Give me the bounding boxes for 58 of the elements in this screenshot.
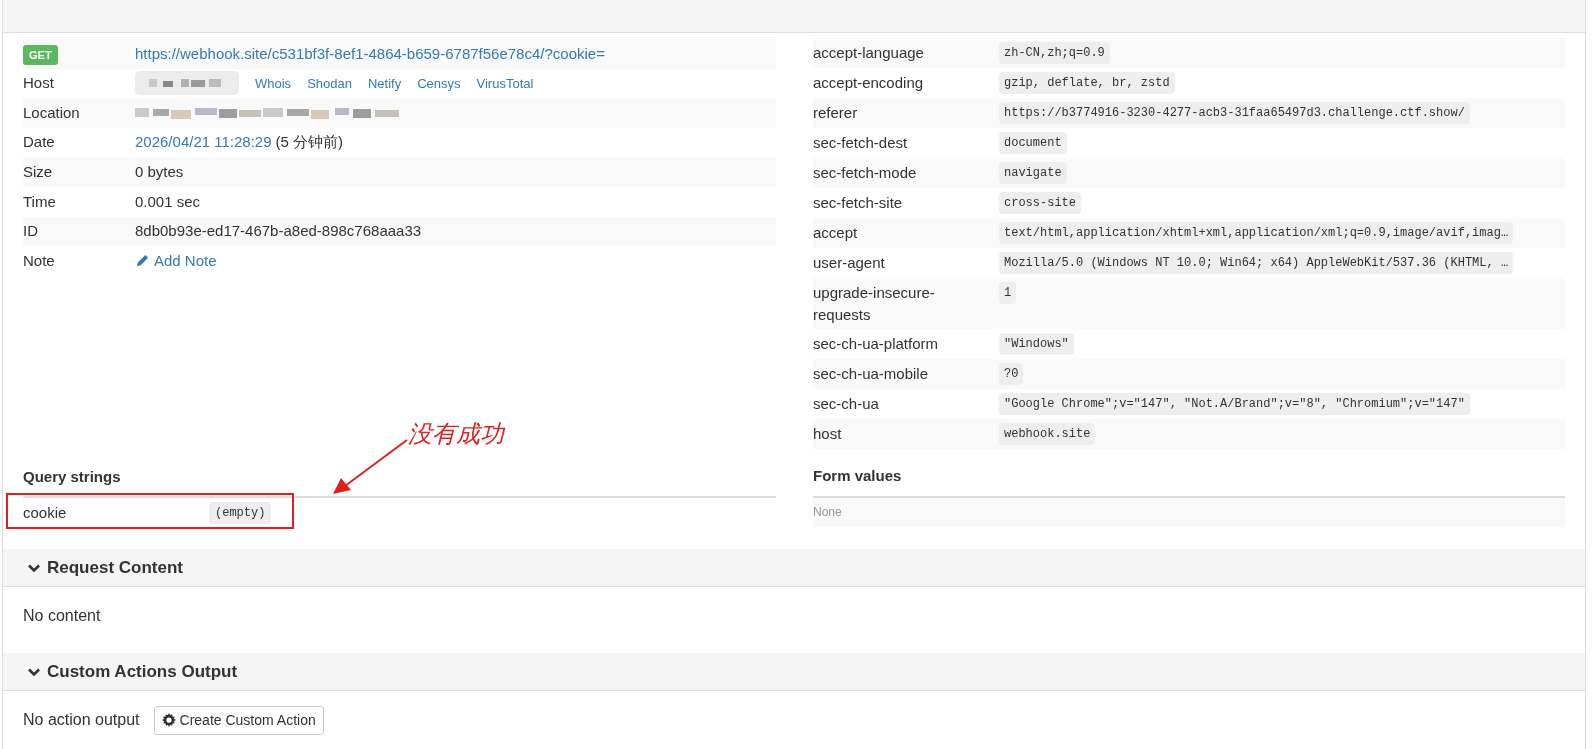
annotation-text: 没有成功 — [408, 418, 504, 449]
header-name: sec-fetch-mode — [813, 163, 918, 183]
header-value: webhook.site — [999, 423, 1096, 446]
header-name: sec-fetch-dest — [813, 133, 909, 153]
request-url-link[interactable]: https://webhook.site/c531bf3f-8ef1-4864-b659-6787f56e78c4/?cookie= — [135, 42, 605, 66]
header-name: upgrade-insecure-requests — [813, 283, 936, 325]
header-name: accept-language — [813, 43, 925, 63]
header-value: text/html,application/xhtml+xml,application/xml;q=0.9,image/avif,imag… — [999, 222, 1514, 244]
detail-value: 0 bytes — [135, 161, 184, 182]
header-name: sec-ch-ua — [813, 394, 880, 415]
header-value: navigate — [999, 162, 1067, 184]
header-name: sec-ch-ua-mobile — [813, 364, 930, 385]
lookup-link[interactable]: Whois — [255, 73, 292, 94]
lookup-link[interactable]: Shodan — [307, 73, 352, 94]
date-link[interactable]: 2026/04/21 11:28:29 — [135, 131, 272, 154]
method-badge: GET — [23, 44, 58, 66]
header-name: accept-encoding — [813, 73, 925, 93]
header-value: Mozilla/5.0 (Windows NT 10.0; Win64; x64) AppleWebKit/537.36 (KHTML, … — [999, 252, 1514, 274]
header-name: host — [813, 424, 843, 445]
lookup-link[interactable]: VirusTotal — [476, 73, 534, 94]
gear-icon — [161, 713, 176, 728]
header-name: sec-fetch-site — [813, 193, 904, 213]
empty-text: None — [813, 504, 842, 522]
detail-label: ID — [23, 221, 39, 242]
header-name: sec-ch-ua-platform — [813, 334, 940, 355]
detail-label: Time — [23, 191, 57, 212]
header-value: gzip, deflate, br, zstd — [999, 72, 1175, 94]
detail-label: Date — [23, 132, 56, 153]
detail-value: 0.001 sec — [135, 191, 201, 212]
add-note-link[interactable]: Add Note — [135, 249, 217, 273]
section-heading: Query strings — [23, 465, 776, 499]
lookup-link[interactable]: Netify — [367, 73, 402, 94]
header-value: "Google Chrome";v="147", "Not.A/Brand";v="8", "Chromium";v="147" — [999, 393, 1470, 416]
query-name: cookie — [23, 502, 68, 523]
section-content: No content — [23, 606, 101, 627]
detail-label: Location — [23, 102, 81, 123]
detail-label: Note — [23, 250, 56, 271]
header-value: https://b3774916-3230-4277-acb3-31faa65497d3.challenge.ctf.show/ — [999, 102, 1470, 124]
query-value: (empty) — [209, 501, 272, 524]
header-value: ?0 — [999, 363, 1024, 386]
header-name: user-agent — [813, 253, 886, 273]
detail-label: Host — [23, 73, 55, 94]
lookup-link[interactable]: Censys — [417, 73, 461, 94]
header-value: cross-site — [999, 192, 1081, 214]
header-name: referer — [813, 103, 859, 123]
pencil-icon — [135, 253, 150, 269]
create-action-button[interactable]: Create Custom Action — [153, 705, 324, 735]
section-header[interactable]: Custom Actions Output — [3, 653, 1585, 692]
relative-time: (5 分钟前) — [275, 132, 344, 153]
detail-label: Size — [23, 161, 54, 182]
header-value: zh-CN,zh;q=0.9 — [999, 42, 1110, 64]
detail-value: 8db0b93e-ed17-467b-a8ed-898c768aaa33 — [135, 221, 422, 242]
header-name: accept — [813, 223, 859, 243]
header-value: document — [999, 132, 1067, 154]
header-value: "Windows" — [999, 333, 1074, 356]
section-header[interactable]: Request Content — [3, 549, 1585, 588]
section-content: No action output — [23, 710, 140, 731]
header-value: 1 — [999, 282, 1017, 304]
